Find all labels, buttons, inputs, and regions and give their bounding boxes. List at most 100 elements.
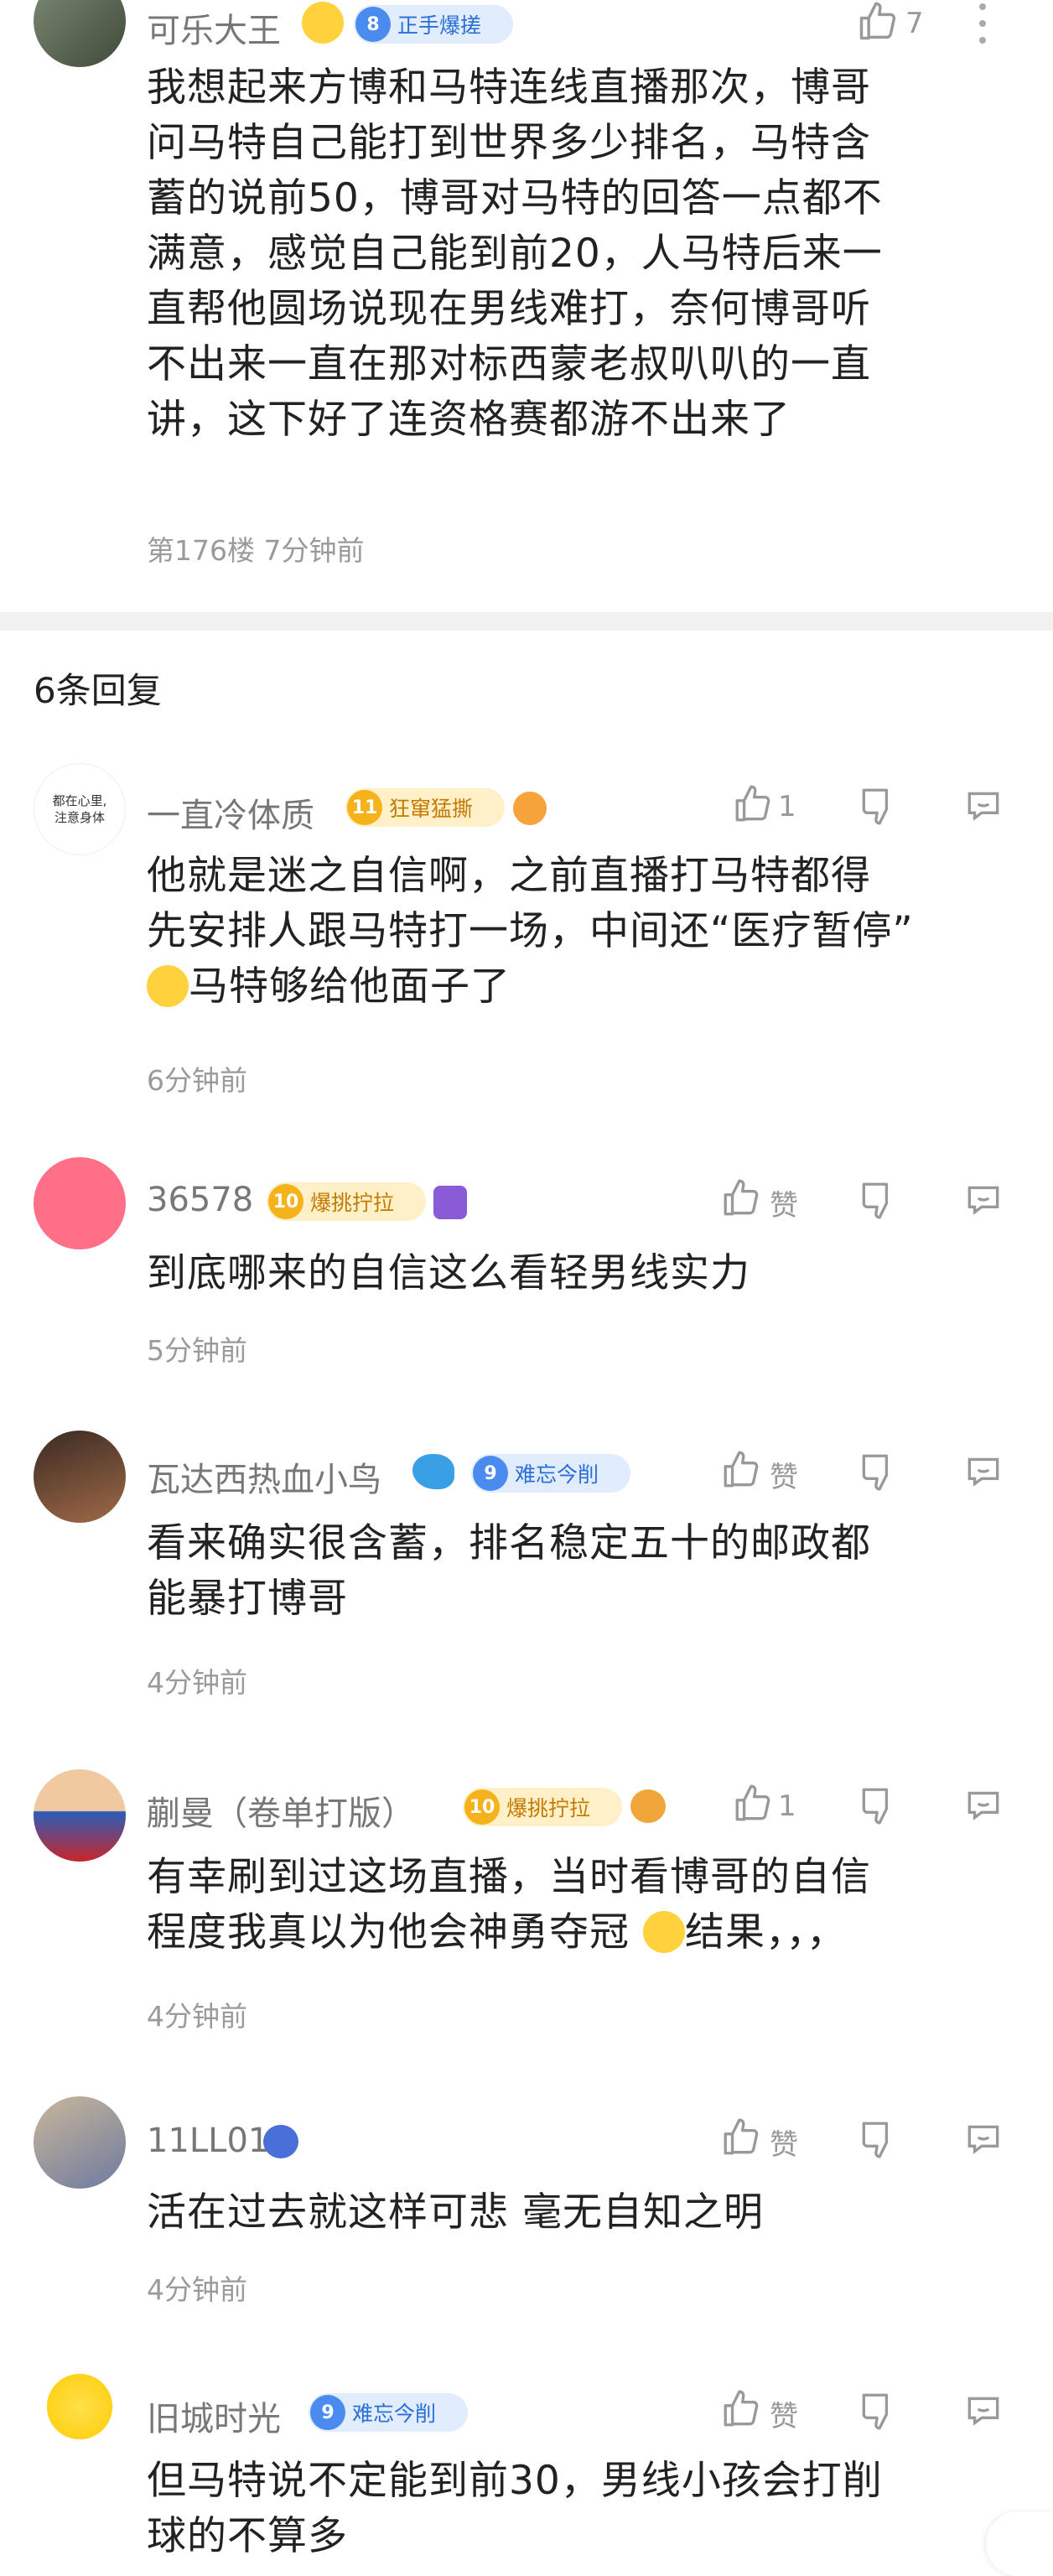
- dislike-icon[interactable]: [857, 2390, 899, 2432]
- body-line: 不出来一直在那对标西蒙老叔叭叭的一直: [147, 341, 871, 387]
- reply-time: 4分钟前: [147, 2273, 247, 2306]
- reply-level-badge: 10 爆挑拧拉: [463, 1788, 622, 1826]
- thumbs-up-icon[interactable]: [731, 1783, 775, 1825]
- main-comment-body: 我想起来方博和马特连线直播那次，博哥 问马特自己能打到世界多少排名，马特含 蓄的…: [147, 60, 1027, 448]
- level-number: 11: [347, 790, 382, 825]
- body-line-text: 程度我真以为他会神勇夺冠: [147, 1909, 630, 1955]
- reply-avatar[interactable]: [34, 2096, 126, 2189]
- section-divider: [0, 612, 1053, 631]
- body-line: 到底哪来的自信这么看轻男线实力: [147, 1250, 750, 1296]
- badge-title: 爆挑拧拉: [506, 1796, 591, 1820]
- reply-username[interactable]: 11LL01: [147, 2122, 269, 2160]
- level-number: 9: [473, 1456, 508, 1491]
- thumbs-up-icon[interactable]: [731, 783, 775, 825]
- smile-emoji-icon: [642, 1910, 685, 1953]
- reply-bubble-icon[interactable]: [962, 1179, 1005, 1221]
- reply-avatar[interactable]: 都在心里, 注意身体: [34, 763, 126, 855]
- reply-body: 看来确实很含蓄，排名稳定五十的邮政都 能暴打博哥: [147, 1516, 1035, 1627]
- reply-avatar[interactable]: [34, 2370, 126, 2462]
- reply-time: 4分钟前: [147, 1666, 247, 1699]
- dizzy-face-icon: [302, 2, 344, 44]
- reply-username[interactable]: 蒯曼（卷单打版）: [147, 1786, 415, 1835]
- rank-shield-icon: [433, 1186, 467, 1219]
- medal-icon: [513, 792, 547, 825]
- reply-like-count: 1: [778, 1789, 796, 1823]
- main-level-badge: 8 正手爆搓: [354, 5, 513, 44]
- level-number: 9: [310, 2395, 345, 2430]
- thumbs-up-icon[interactable]: [719, 1449, 763, 1491]
- reply-bubble-icon[interactable]: [962, 2390, 1005, 2432]
- reply-like-count: 1: [778, 790, 796, 823]
- badge-title: 正手爆搓: [397, 13, 482, 38]
- crown-badge-icon: [263, 2125, 298, 2158]
- main-comment: 可乐大王 8 正手爆搓 7 我想起来方博和马特连线直播那次，博哥 问马特自己能打…: [0, 0, 1053, 612]
- reply-level-badge: 9 难忘今削: [309, 2393, 468, 2432]
- main-avatar[interactable]: [34, 0, 126, 67]
- body-line: 能暴打博哥: [147, 1576, 348, 1622]
- reply-bubble-icon[interactable]: [962, 2118, 1005, 2160]
- reply-level-badge: 10 爆挑拧拉: [267, 1182, 426, 1221]
- level-number: 10: [464, 1789, 500, 1825]
- body-line: 马特够给他面子了: [147, 959, 1035, 1015]
- main-username[interactable]: 可乐大王: [147, 3, 281, 52]
- thumbs-up-icon[interactable]: [719, 1177, 763, 1219]
- main-floor-time: 第176楼 7分钟前: [147, 534, 365, 567]
- reply-username[interactable]: 旧城时光: [147, 2392, 281, 2440]
- reply-body: 到底哪来的自信这么看轻男线实力: [147, 1246, 1035, 1301]
- reply-level-badge: 11 狂窜猛撕: [345, 788, 505, 827]
- reply-avatar[interactable]: [34, 1157, 126, 1249]
- more-options-icon[interactable]: [973, 0, 993, 50]
- floating-side-button[interactable]: [986, 2511, 1053, 2576]
- body-line: 他就是迷之自信啊，之前直播打马特都得: [147, 853, 871, 899]
- body-line: 球的不算多: [147, 2513, 348, 2559]
- reply-body: 有幸刷到过这场直播，当时看博哥的自信 程度我真以为他会神勇夺冠 结果，，，: [147, 1850, 1035, 1961]
- badge-title: 狂窜猛撕: [389, 797, 474, 821]
- body-line: 直帮他圆场说现在男线难打，奈何博哥听: [147, 286, 871, 332]
- reply-level-badge: 9 难忘今削: [471, 1454, 630, 1493]
- reply-username[interactable]: 36578: [147, 1181, 253, 1219]
- dislike-icon[interactable]: [857, 2118, 899, 2160]
- reply-bubble-icon[interactable]: [962, 1451, 1005, 1493]
- body-line: 有幸刷到过这场直播，当时看博哥的自信: [147, 1854, 871, 1900]
- dislike-icon[interactable]: [857, 1179, 899, 1221]
- body-line-text: 结果，，，: [684, 1909, 847, 1955]
- thumbs-up-icon[interactable]: [719, 2388, 763, 2430]
- reply-body: 活在过去就这样可悲 毫无自知之明: [147, 2185, 1035, 2241]
- dislike-icon[interactable]: [857, 1451, 899, 1493]
- reply-bubble-icon[interactable]: [962, 785, 1005, 827]
- body-line: 满意，感觉自己能到前20，人马特后来一: [147, 231, 883, 277]
- body-line: 我想起来方博和马特连线直播那次，博哥: [147, 65, 871, 111]
- body-line: 先安排人跟马特打一场，中间还“医疗暂停”: [147, 908, 914, 954]
- badge-title: 爆挑拧拉: [310, 1191, 395, 1215]
- level-number: 10: [268, 1184, 303, 1219]
- reply-username[interactable]: 瓦达西热血小鸟: [147, 1452, 381, 1501]
- body-line: 讲，这下好了连资格赛都游不出来了: [147, 397, 791, 443]
- badge-title: 难忘今削: [515, 1462, 599, 1487]
- reply-avatar[interactable]: [34, 1769, 126, 1862]
- laughing-emoji-icon: [147, 964, 189, 1007]
- body-line-text: 马特够给他面子了: [189, 963, 511, 1010]
- level-number: 8: [355, 7, 391, 42]
- reply-like-label[interactable]: 赞: [770, 1182, 798, 1223]
- reply-like-label[interactable]: 赞: [770, 2393, 798, 2434]
- reply-bubble-icon[interactable]: [962, 1784, 1005, 1826]
- reply-time: 4分钟前: [147, 2000, 247, 2033]
- reply-body: 但马特说不定能到前30，男线小孩会打削 球的不算多: [147, 2454, 1035, 2564]
- body-line: 问马特自己能打到世界多少排名，马特含: [147, 120, 871, 166]
- replies-count-header: 6条回复: [34, 670, 162, 711]
- reply-body: 他就是迷之自信啊，之前直播打马特都得 先安排人跟马特打一场，中间还“医疗暂停” …: [147, 849, 1035, 1015]
- body-line: 但马特说不定能到前30，男线小孩会打削: [147, 2458, 883, 2504]
- dislike-icon[interactable]: [857, 1784, 899, 1826]
- medal-icon: [630, 1789, 666, 1823]
- bird-icon: [412, 1454, 454, 1489]
- reply-username[interactable]: 一直冷体质: [147, 788, 314, 837]
- body-line: 看来确实很含蓄，排名稳定五十的邮政都: [147, 1520, 871, 1566]
- dislike-icon[interactable]: [857, 785, 899, 827]
- body-line: 蓄的说前50，博哥对马特的回答一点都不: [147, 175, 883, 221]
- reply-avatar[interactable]: [34, 1431, 126, 1523]
- thumbs-up-icon[interactable]: [855, 0, 900, 44]
- reply-like-label[interactable]: 赞: [770, 1454, 798, 1495]
- badge-title: 难忘今削: [352, 2402, 437, 2426]
- thumbs-up-icon[interactable]: [719, 2116, 763, 2158]
- reply-like-label[interactable]: 赞: [770, 2122, 798, 2163]
